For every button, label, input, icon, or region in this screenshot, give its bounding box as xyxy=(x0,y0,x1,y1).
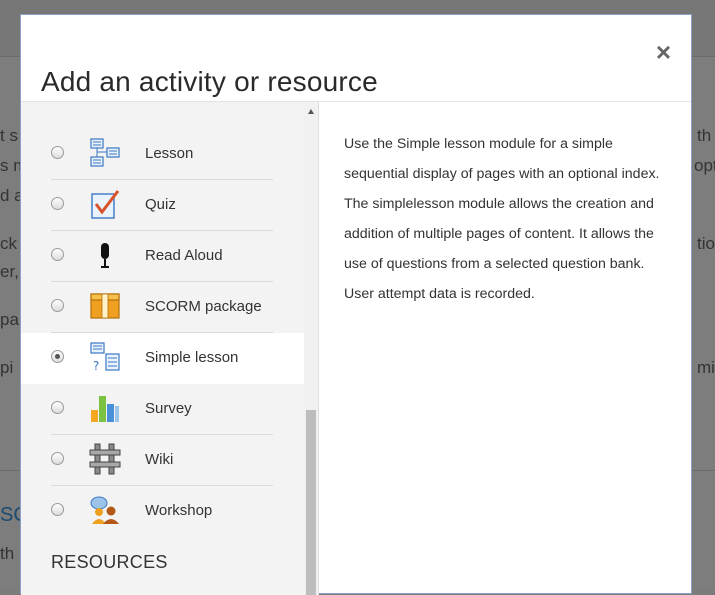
add-activity-modal: Add an activity or resource × Lesson Qui… xyxy=(20,14,692,595)
background-text: th xyxy=(0,544,15,563)
scrollbar-thumb[interactable] xyxy=(306,410,316,595)
options-list: Lesson Quiz Read Aloud SCORM package ? S… xyxy=(21,102,304,595)
option-wiki[interactable]: Wiki xyxy=(21,435,304,486)
option-label: Workshop xyxy=(145,502,213,519)
option-label: Lesson xyxy=(145,145,194,162)
background-text: th xyxy=(697,126,712,145)
background-text: t s xyxy=(0,126,18,145)
option-radio[interactable] xyxy=(51,299,64,312)
quiz-icon xyxy=(91,190,120,219)
workshop-icon xyxy=(90,496,119,524)
background-text: er, xyxy=(0,262,19,281)
pane-divider xyxy=(318,102,319,595)
option-quiz[interactable]: Quiz xyxy=(21,180,304,231)
option-radio-selected[interactable] xyxy=(51,350,64,363)
option-radio[interactable] xyxy=(51,401,64,414)
background-text: opt xyxy=(694,156,715,175)
option-workshop[interactable]: Workshop xyxy=(21,486,304,537)
option-read-aloud[interactable]: Read Aloud xyxy=(21,231,304,282)
background-text: tio xyxy=(697,234,715,253)
scorm-package-icon xyxy=(90,293,120,319)
option-label: Read Aloud xyxy=(145,247,223,264)
option-label: Survey xyxy=(145,400,192,417)
resources-heading: RESOURCES xyxy=(51,552,168,572)
option-scorm-package[interactable]: SCORM package xyxy=(21,282,304,333)
option-radio[interactable] xyxy=(51,146,64,159)
lesson-icon xyxy=(90,138,120,167)
option-radio[interactable] xyxy=(51,248,64,261)
microphone-icon xyxy=(101,243,109,268)
option-simple-lesson[interactable]: ? Simple lesson xyxy=(21,333,304,384)
background-text: pi xyxy=(0,358,14,377)
option-label: Simple lesson xyxy=(145,349,239,366)
svg-text:?: ? xyxy=(93,359,99,373)
wiki-icon xyxy=(89,443,121,475)
background-text: pa xyxy=(0,310,19,329)
option-lesson[interactable]: Lesson xyxy=(21,129,304,180)
background-text: ck xyxy=(0,234,17,253)
simple-lesson-icon: ? xyxy=(90,342,120,373)
modal-title: Add an activity or resource xyxy=(41,66,378,98)
scroll-up-icon[interactable] xyxy=(308,109,314,114)
option-survey[interactable]: Survey xyxy=(21,384,304,435)
close-button[interactable]: × xyxy=(656,39,671,65)
option-label: Quiz xyxy=(145,196,176,213)
option-radio[interactable] xyxy=(51,452,64,465)
options-scrollbar[interactable] xyxy=(304,102,318,595)
modal-header: Add an activity or resource × xyxy=(21,15,691,102)
option-label: SCORM package xyxy=(145,298,262,315)
option-label: Wiki xyxy=(145,451,174,468)
option-radio[interactable] xyxy=(51,197,64,210)
survey-chart-icon xyxy=(91,396,119,422)
module-summary: Use the Simple lesson module for a simpl… xyxy=(344,136,660,302)
option-radio[interactable] xyxy=(51,503,64,516)
background-text: mit xyxy=(697,358,715,377)
